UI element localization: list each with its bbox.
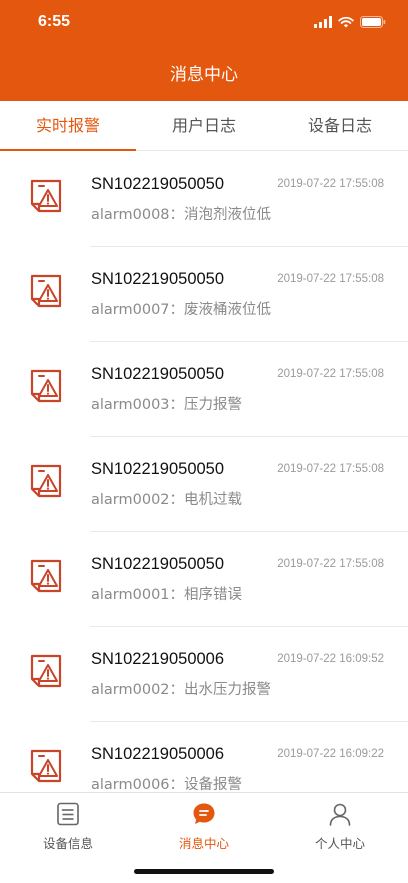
message-desc: alarm0008：消泡剂液位低 — [91, 207, 272, 223]
list-item[interactable]: SN102219050050 2019-07-22 17:55:08 alarm… — [0, 246, 408, 342]
profile-icon — [327, 801, 353, 827]
device-info-icon — [55, 801, 81, 827]
alarm-warning-icon — [30, 653, 62, 689]
page-title: 消息中心 — [170, 65, 238, 85]
status-time: 6:55 — [38, 13, 71, 30]
message-time: 2019-07-22 16:09:52 — [277, 653, 384, 665]
wifi-icon — [338, 13, 354, 32]
device-serial: SN102219050050 — [91, 175, 225, 193]
message-time: 2019-07-22 16:09:22 — [277, 748, 384, 760]
alarm-warning-icon — [30, 178, 62, 214]
home-indicator[interactable] — [134, 869, 274, 874]
alarm-warning-icon — [30, 748, 62, 784]
alarm-warning-icon — [30, 368, 62, 404]
list-item[interactable]: SN102219050050 2019-07-22 17:55:08 alarm… — [0, 341, 408, 437]
tabbar-message-center[interactable]: 消息中心 — [136, 793, 272, 853]
device-serial: SN102219050050 — [91, 460, 225, 478]
device-serial: SN102219050006 — [91, 650, 225, 668]
tabbar-profile[interactable]: 个人中心 — [272, 793, 408, 853]
tab-user-log[interactable]: 用户日志 — [136, 101, 272, 150]
status-bar: 6:55 — [0, 0, 408, 44]
tab-realtime-alarm[interactable]: 实时报警 — [0, 101, 136, 151]
message-tabs: 实时报警 用户日志 设备日志 — [0, 101, 408, 151]
list-item[interactable]: SN102219050050 2019-07-22 17:55:08 alarm… — [0, 436, 408, 532]
message-time: 2019-07-22 17:55:08 — [277, 368, 384, 380]
list-item[interactable]: SN102219050006 2019-07-22 16:09:22 alarm… — [0, 721, 408, 792]
message-time: 2019-07-22 17:55:08 — [277, 273, 384, 285]
list-item[interactable]: SN102219050050 2019-07-22 17:55:08 alarm… — [0, 151, 408, 247]
message-desc: alarm0003：压力报警 — [91, 397, 243, 413]
battery-icon — [360, 13, 386, 32]
status-icons — [314, 14, 386, 30]
message-desc: alarm0007：废液桶液位低 — [91, 302, 272, 318]
tab-device-log[interactable]: 设备日志 — [272, 101, 408, 150]
alarm-warning-icon — [30, 558, 62, 594]
tabbar-label: 个人中心 — [314, 836, 365, 851]
device-serial: SN102219050006 — [91, 745, 225, 763]
message-desc: alarm0001：相序错误 — [91, 587, 243, 603]
message-time: 2019-07-22 17:55:08 — [277, 178, 384, 190]
list-item[interactable]: SN102219050006 2019-07-22 16:09:52 alarm… — [0, 626, 408, 722]
alarm-warning-icon — [30, 273, 62, 309]
navigation-header: 6:55 消息中心 — [0, 0, 408, 101]
message-desc: alarm0002：出水压力报警 — [91, 682, 272, 698]
message-desc: alarm0006：设备报警 — [91, 777, 243, 792]
message-time: 2019-07-22 17:55:08 — [277, 558, 384, 570]
device-serial: SN102219050050 — [91, 270, 225, 288]
tabbar-device-info[interactable]: 设备信息 — [0, 793, 136, 853]
list-item[interactable]: SN102219050050 2019-07-22 17:55:08 alarm… — [0, 531, 408, 627]
message-list: SN102219050050 2019-07-22 17:55:08 alarm… — [0, 151, 408, 792]
device-serial: SN102219050050 — [91, 365, 225, 383]
alarm-warning-icon — [30, 463, 62, 499]
signal-icon — [314, 13, 332, 32]
device-serial: SN102219050050 — [91, 555, 225, 573]
message-desc: alarm0002：电机过载 — [91, 492, 243, 508]
tabbar-label: 设备信息 — [42, 836, 93, 851]
tabbar-label: 消息中心 — [178, 836, 229, 851]
message-time: 2019-07-22 17:55:08 — [277, 463, 384, 475]
message-center-icon — [191, 801, 217, 827]
